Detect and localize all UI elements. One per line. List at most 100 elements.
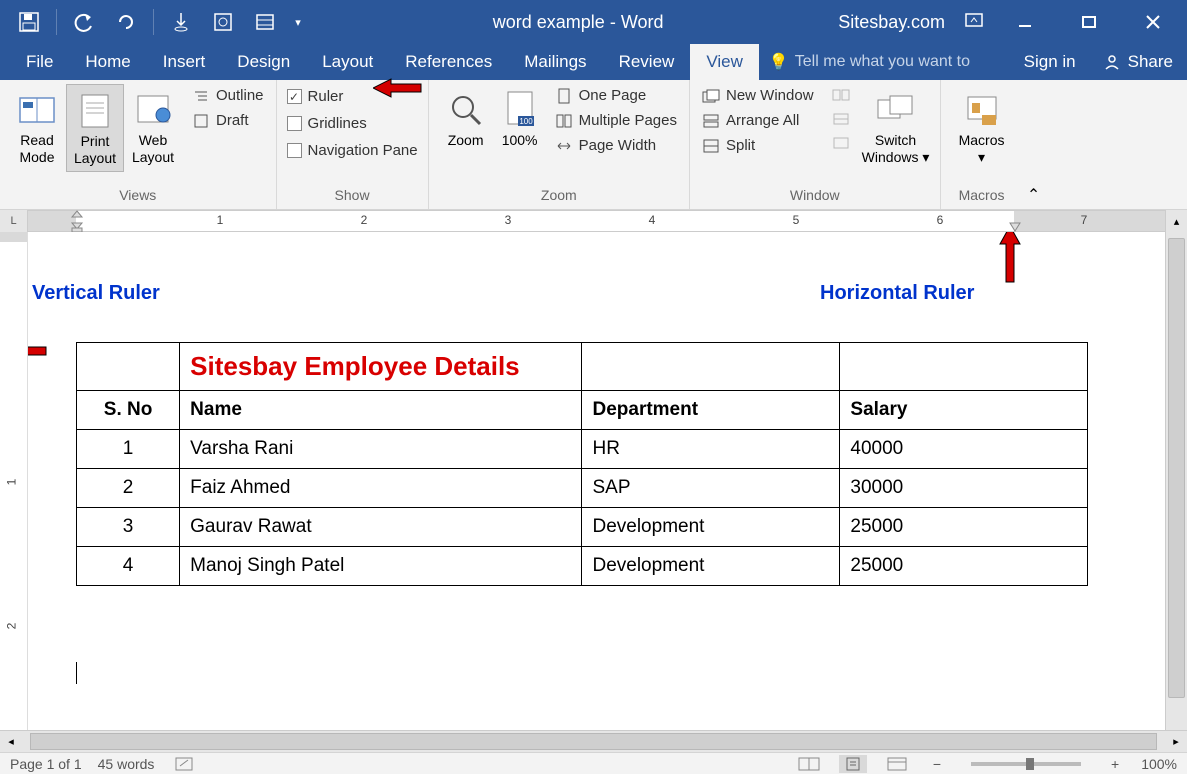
macros-button[interactable]: Macros▾ [949,84,1015,170]
vertical-scrollbar[interactable] [1165,232,1187,730]
draft-button[interactable]: Draft [188,109,268,132]
sign-in-button[interactable]: Sign in [1012,44,1088,80]
status-words[interactable]: 45 words [98,756,155,772]
group-label-zoom: Zoom [437,187,681,207]
multiple-pages-button[interactable]: Multiple Pages [551,109,681,132]
quick-access-toolbar: ▾ [0,0,318,44]
arrange-all-button[interactable]: Arrange All [698,109,818,132]
annotation-vertical-ruler: Vertical Ruler [32,282,160,305]
macros-icon [962,88,1002,132]
gridlines-checkbox[interactable]: Gridlines [285,111,420,136]
group-show: ✓Ruler Gridlines Navigation Pane Show [277,80,429,209]
minimize-button[interactable] [1003,0,1047,44]
sync-scroll-button[interactable] [828,108,854,130]
print-layout-view-button[interactable] [839,755,867,773]
zoom-level[interactable]: 100% [1141,756,1177,772]
web-layout-button[interactable]: Web Layout [124,84,182,170]
tab-selector[interactable]: L [0,210,28,232]
table-header-name: Name [180,391,582,430]
side-by-side-button[interactable] [828,84,854,106]
ribbon-display-icon[interactable] [965,13,983,32]
one-page-icon [555,88,573,104]
horizontal-ruler-row: L 1 2 3 4 5 6 7 ▴ [0,210,1187,232]
tab-references[interactable]: References [389,44,508,80]
sync-scroll-icon [832,111,850,127]
page-width-button[interactable]: Page Width [551,134,681,157]
indent-marker-left-icon[interactable] [70,209,84,233]
tab-design[interactable]: Design [221,44,306,80]
tab-review[interactable]: Review [603,44,691,80]
spelling-icon[interactable] [170,755,198,773]
tab-home[interactable]: Home [69,44,146,80]
zoom-out-button[interactable]: − [927,756,947,772]
scroll-right-button[interactable]: ▸ [1165,731,1187,752]
navigation-pane-checkbox[interactable]: Navigation Pane [285,138,420,163]
reset-window-icon [832,135,850,151]
horizontal-ruler[interactable]: 1 2 3 4 5 6 7 [28,210,1165,232]
share-button[interactable]: Share [1088,44,1187,80]
maximize-button[interactable] [1067,0,1111,44]
tab-file[interactable]: File [10,44,69,80]
ribbon: Read Mode Print Layout Web Layout Outlin… [0,80,1187,210]
document-area: 1 2 Vertical Ruler Horizontal Ruler Site… [0,232,1187,730]
read-mode-button[interactable]: Read Mode [8,84,66,170]
scroll-left-button[interactable]: ◂ [0,731,22,752]
status-bar: Page 1 of 1 45 words − + 100% [0,752,1187,774]
one-page-button[interactable]: One Page [551,84,681,107]
zoom-button[interactable]: Zoom [437,84,495,153]
annotation-arrow-left [28,340,48,362]
print-layout-button[interactable]: Print Layout [66,84,124,172]
group-zoom: Zoom 100100% One Page Multiple Pages Pag… [429,80,690,209]
ribbon-tabs: File Home Insert Design Layout Reference… [0,44,1187,80]
qat-button-2[interactable] [246,0,284,44]
brand-label: Sitesbay.com [838,12,945,33]
vertical-ruler[interactable]: 1 2 [0,232,28,730]
save-button[interactable] [10,0,48,44]
reset-window-button[interactable] [828,132,854,154]
tab-insert[interactable]: Insert [147,44,222,80]
undo-button[interactable] [65,0,103,44]
text-cursor [76,662,77,684]
window-title: word example - Word [318,12,838,33]
annotation-arrow-up [998,232,1022,284]
table-row: 2Faiz AhmedSAP30000 [77,469,1088,508]
checkbox-icon [287,143,302,158]
group-macros: Macros▾ Macros [941,80,1023,209]
group-label-views: Views [8,187,268,207]
outline-button[interactable]: Outline [188,84,268,107]
close-button[interactable] [1131,0,1175,44]
tell-me-search[interactable]: 💡Tell me what you want to [759,44,1012,80]
arrange-icon [702,113,720,129]
horizontal-scrollbar[interactable]: ◂ ▸ [0,730,1187,752]
qat-customize-button[interactable]: ▾ [288,0,308,44]
group-label-macros: Macros [949,187,1015,207]
group-label-window: Window [698,187,932,207]
checkbox-checked-icon: ✓ [287,89,302,104]
qat-button-1[interactable] [204,0,242,44]
table-row: S. No Name Department Salary [77,391,1088,430]
scroll-up-button[interactable]: ▴ [1165,210,1187,232]
web-layout-view-button[interactable] [883,755,911,773]
group-label-show: Show [285,187,420,207]
zoom-slider[interactable] [971,762,1081,766]
split-button[interactable]: Split [698,134,818,157]
tab-layout[interactable]: Layout [306,44,389,80]
read-mode-view-button[interactable] [795,755,823,773]
group-views: Read Mode Print Layout Web Layout Outlin… [0,80,277,209]
scrollbar-thumb[interactable] [1168,238,1185,698]
table-row: 3Gaurav RawatDevelopment25000 [77,508,1088,547]
table-header-salary: Salary [840,391,1088,430]
table-row: Sitesbay Employee Details [77,343,1088,391]
zoom-100-button[interactable]: 100100% [495,84,545,153]
touch-mode-button[interactable] [162,0,200,44]
switch-windows-button[interactable]: Switch Windows ▾ [860,84,932,170]
scrollbar-thumb[interactable] [30,733,1157,750]
collapse-ribbon-button[interactable]: ⌃ [1023,80,1045,209]
new-window-button[interactable]: New Window [698,84,818,107]
document-page[interactable]: Vertical Ruler Horizontal Ruler Sitesbay… [28,232,1165,730]
redo-button[interactable] [107,0,145,44]
status-page[interactable]: Page 1 of 1 [10,756,82,772]
tab-mailings[interactable]: Mailings [508,44,602,80]
zoom-in-button[interactable]: + [1105,756,1125,772]
tab-view[interactable]: View [690,44,759,80]
